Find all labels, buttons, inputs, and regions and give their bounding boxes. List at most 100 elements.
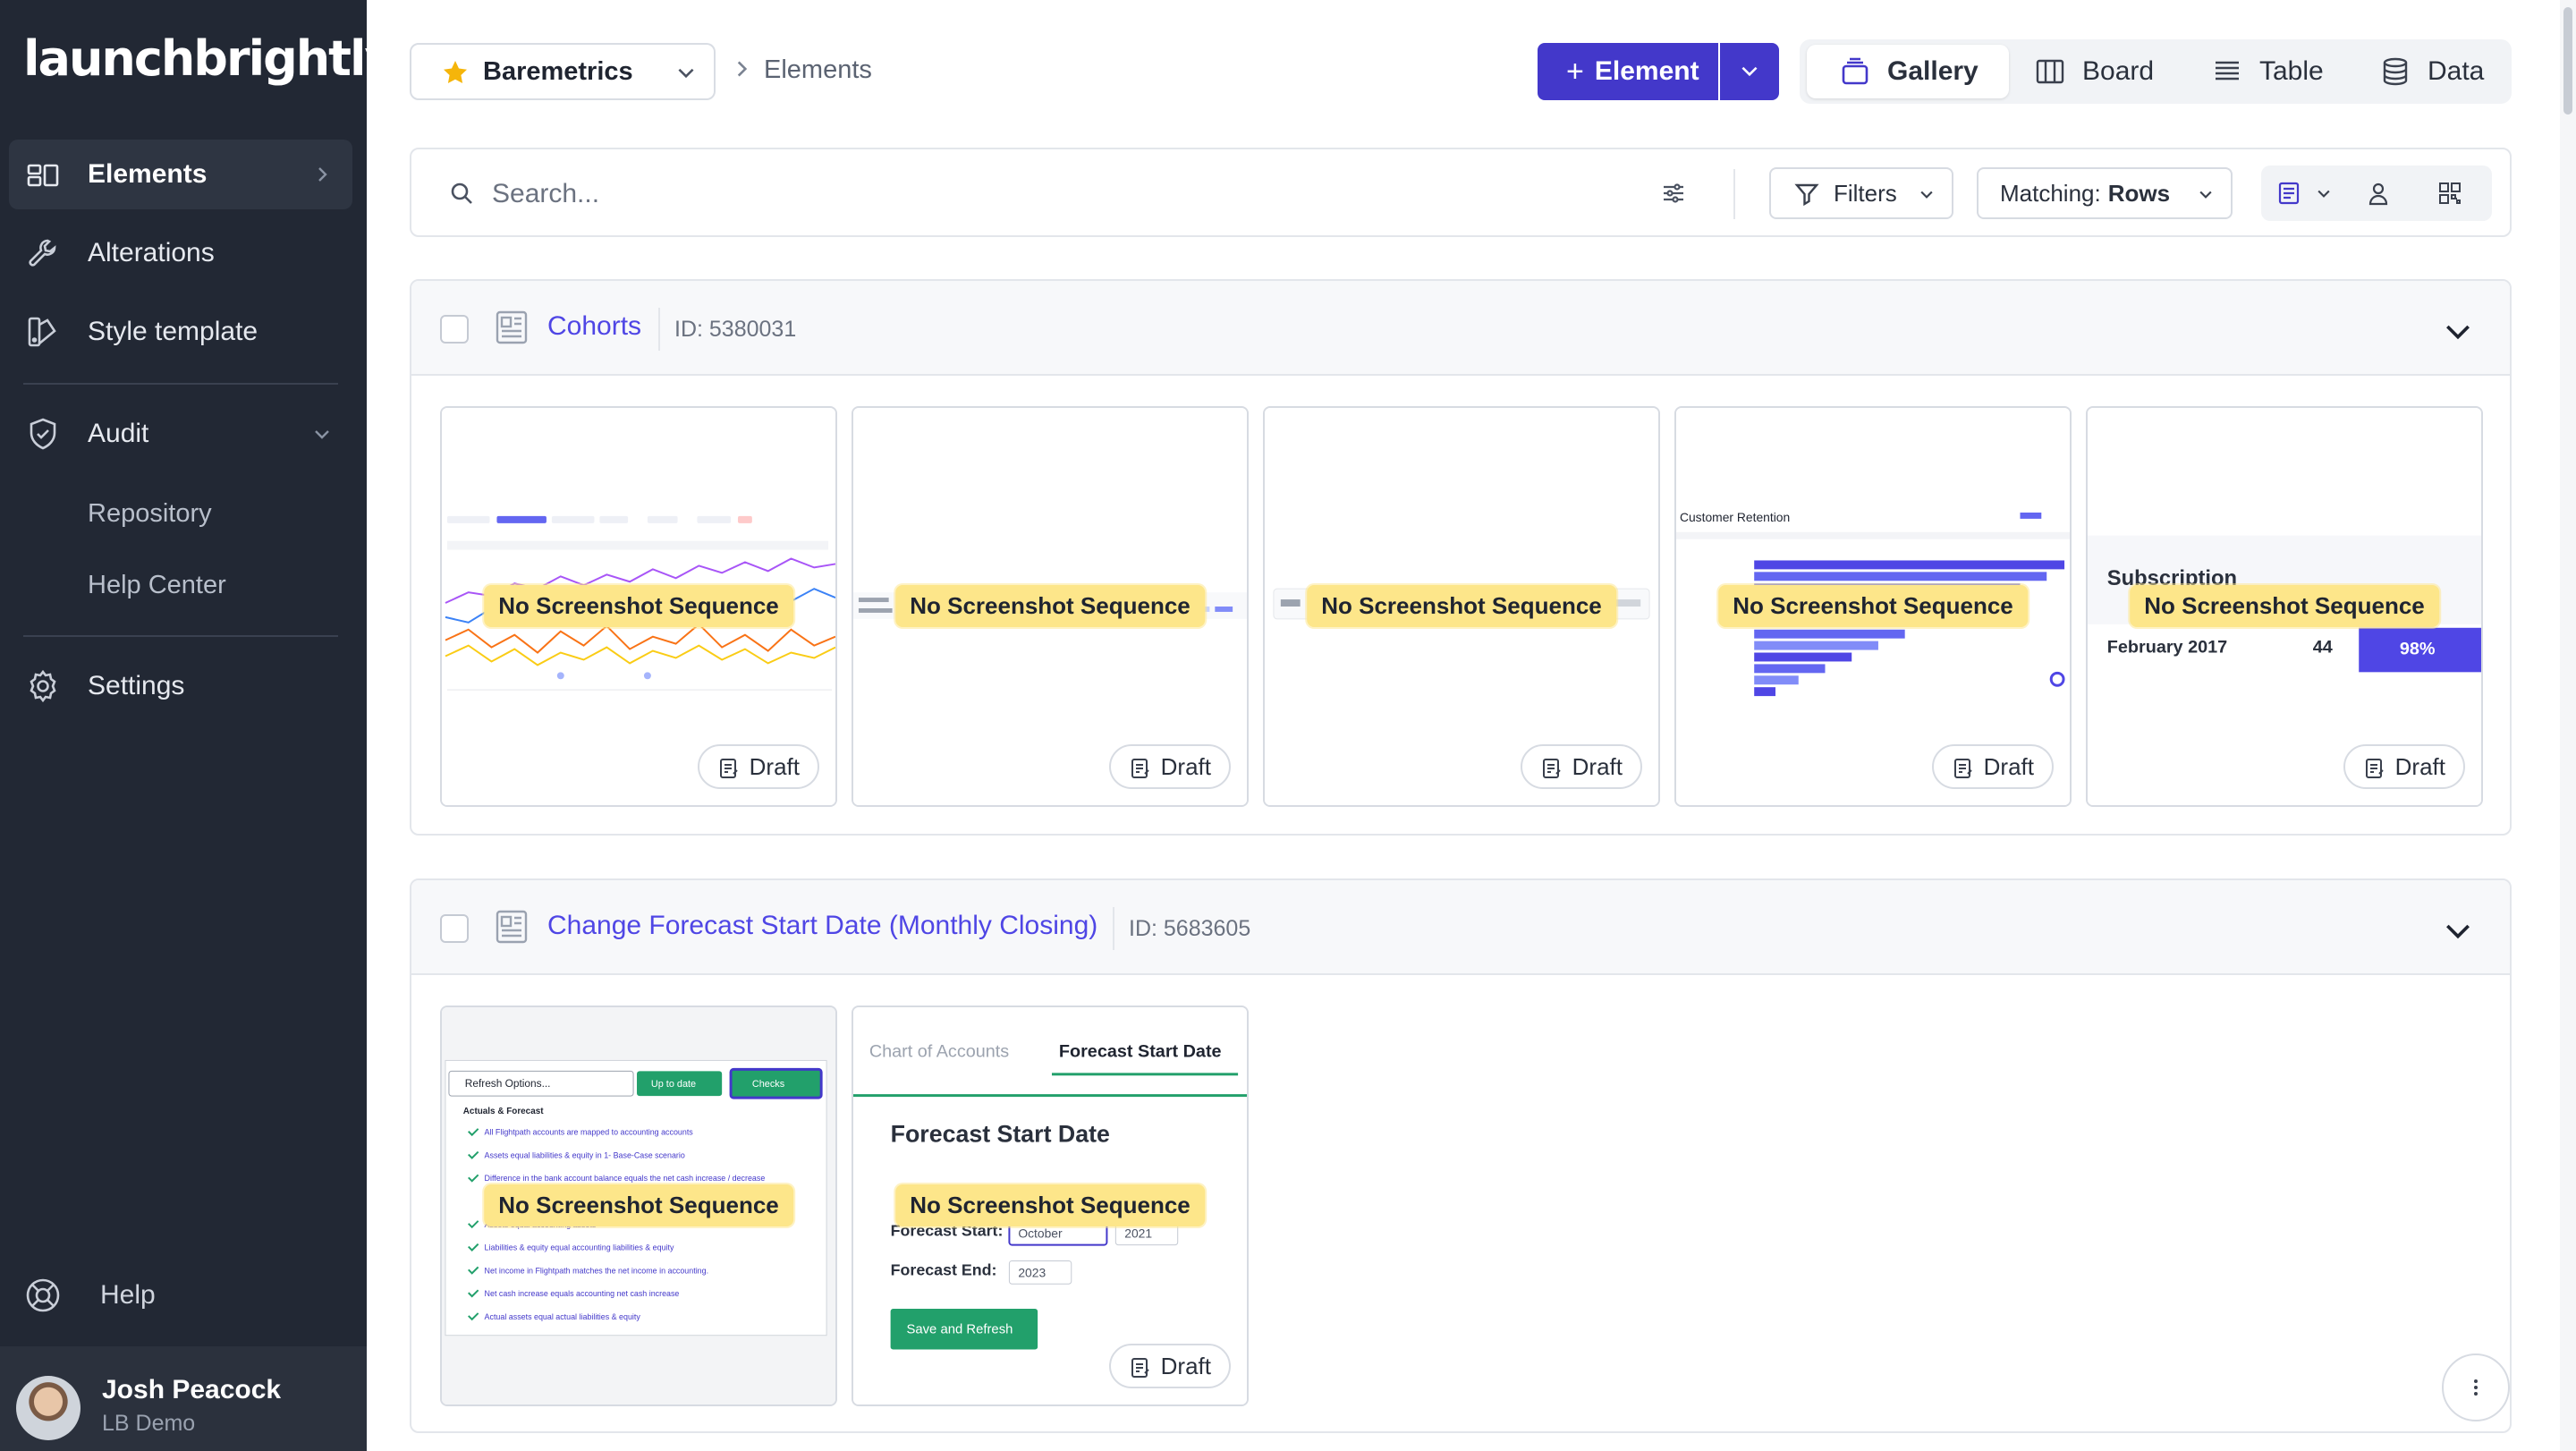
- person-icon[interactable]: [2365, 180, 2392, 207]
- chevron-down-icon: [1741, 66, 1758, 77]
- chevron-down-icon: [678, 68, 694, 79]
- sidebar-item-audit[interactable]: Audit: [9, 399, 352, 469]
- more-options-button[interactable]: [2442, 1353, 2510, 1421]
- brand-logo[interactable]: launchbrightly: [23, 30, 396, 87]
- sidebar-item-style-template[interactable]: Style template: [9, 297, 352, 367]
- chevron-down-icon: [1920, 191, 1933, 199]
- checks-text: Checks: [752, 1079, 785, 1090]
- element-card[interactable]: No Screenshot Sequence Draft: [440, 406, 837, 807]
- help-link[interactable]: Help: [23, 1274, 156, 1317]
- display-options: [2261, 165, 2492, 221]
- draft-icon: [1542, 759, 1561, 778]
- document-icon: [496, 910, 528, 944]
- elements-icon: [27, 164, 59, 187]
- element-card[interactable]: No Screenshot Sequence Draft: [1263, 406, 1660, 807]
- no-screenshot-badge: No Screenshot Sequence: [484, 1184, 793, 1226]
- draft-icon: [1953, 759, 1972, 778]
- forecast-end-year: 2023: [1018, 1265, 1046, 1279]
- group-checkbox[interactable]: [440, 914, 469, 943]
- add-element-dropdown-button[interactable]: [1720, 43, 1779, 100]
- scrollbar-thumb[interactable]: [2563, 7, 2572, 115]
- chevron-right-icon: [737, 61, 748, 77]
- card-view-icon[interactable]: [2275, 180, 2302, 207]
- element-card[interactable]: Chart of Accounts Forecast Start Date Fo…: [852, 1006, 1249, 1406]
- check-line: Assets equal liabilities & equity in 1- …: [485, 1150, 685, 1159]
- forecast-end-label: Forecast End:: [891, 1260, 997, 1278]
- sidebar-item-label: Alterations: [88, 238, 215, 267]
- gallery-icon: [1842, 57, 1868, 85]
- chevron-down-icon[interactable]: [2315, 184, 2333, 202]
- star-icon: [444, 61, 467, 83]
- sidebar-item-label: Elements: [88, 159, 208, 189]
- lifebuoy-icon: [26, 1278, 60, 1312]
- refresh-dropdown-text: Refresh Options...: [465, 1077, 551, 1090]
- toolbar-divider: [1733, 169, 1735, 219]
- check-line: Liabilities & equity equal accounting li…: [485, 1243, 674, 1252]
- user-profile[interactable]: Josh Peacock LB Demo: [0, 1346, 367, 1451]
- sidebar-item-label: Style template: [88, 317, 258, 346]
- draft-icon: [2365, 759, 2384, 778]
- chevron-down-icon: [315, 430, 329, 439]
- filter-icon: [1794, 183, 1819, 207]
- check-line: All Flightpath accounts are mapped to ac…: [485, 1128, 694, 1137]
- user-name: Josh Peacock: [102, 1375, 282, 1404]
- matching-dropdown[interactable]: Matching: Rows: [1977, 167, 2233, 219]
- draft-icon: [1131, 1358, 1149, 1378]
- tab-forecast-start: Forecast Start Date: [1059, 1041, 1222, 1061]
- workspace-dropdown-button[interactable]: [657, 43, 716, 100]
- chevron-down-icon[interactable]: [2440, 313, 2476, 349]
- status-label: Draft: [1572, 752, 1623, 780]
- sidebar-subitem-repository[interactable]: Repository: [88, 499, 212, 529]
- retention-title: Customer Retention: [1680, 510, 1790, 524]
- group-id: ID: 5683605: [1129, 916, 1251, 941]
- status-badge[interactable]: Draft: [1931, 744, 2054, 789]
- save-refresh-text: Save and Refresh: [906, 1323, 1013, 1337]
- group-title-divider: [1113, 907, 1114, 950]
- workspace-name: Baremetrics: [483, 56, 633, 86]
- check-line: Actual assets equal actual liabilities &…: [485, 1312, 641, 1321]
- chevron-down-icon[interactable]: [2440, 912, 2476, 948]
- sidebar-item-label: Audit: [88, 419, 149, 448]
- element-group: Cohorts ID: 5380031 No Screenshot Sequen…: [410, 279, 2512, 836]
- status-badge[interactable]: Draft: [1108, 744, 1231, 789]
- subscription-month: February 2017: [2107, 638, 2227, 658]
- sidebar-item-alterations[interactable]: Alterations: [9, 218, 352, 288]
- sidebar-subitem-help-center[interactable]: Help Center: [88, 571, 226, 600]
- status-badge[interactable]: Draft: [1520, 744, 1642, 789]
- tab-gallery[interactable]: Gallery: [1807, 45, 2009, 98]
- scrollbar[interactable]: [2560, 0, 2576, 1451]
- element-card[interactable]: Subscription February 2017 44 98% No Scr…: [2086, 406, 2483, 807]
- sliders-icon[interactable]: [1660, 180, 1687, 207]
- tab-label: Gallery: [1887, 56, 1979, 86]
- group-checkbox[interactable]: [440, 315, 469, 344]
- user-org: LB Demo: [102, 1411, 196, 1436]
- group-title[interactable]: Change Forecast Start Date (Monthly Clos…: [547, 911, 1097, 941]
- element-card[interactable]: No Screenshot Sequence Draft: [852, 406, 1249, 807]
- subscription-count: 44: [2313, 638, 2333, 658]
- status-badge[interactable]: Draft: [697, 744, 819, 789]
- subscription-pct: 98%: [2400, 640, 2436, 659]
- element-card[interactable]: Customer Retention No Screenshot Sequenc…: [1674, 406, 2072, 807]
- add-element-button[interactable]: + Element: [1538, 43, 1718, 100]
- workspace-selector[interactable]: Baremetrics: [410, 43, 658, 100]
- filters-button[interactable]: Filters: [1769, 167, 1953, 219]
- sidebar-item-settings[interactable]: Settings: [9, 651, 352, 721]
- tab-table[interactable]: Table: [2199, 45, 2351, 98]
- group-header: Cohorts ID: 5380031: [411, 281, 2510, 376]
- check-line: Difference in the bank account balance e…: [485, 1174, 766, 1183]
- tab-data[interactable]: Data: [2370, 45, 2504, 98]
- status-label: Draft: [1160, 752, 1211, 780]
- status-badge[interactable]: Draft: [2343, 744, 2465, 789]
- no-screenshot-badge: No Screenshot Sequence: [895, 585, 1205, 627]
- tab-board[interactable]: Board: [2021, 45, 2191, 98]
- qr-code-icon[interactable]: [2436, 180, 2463, 207]
- element-card[interactable]: Refresh Options... Up to date Checks Act…: [440, 1006, 837, 1406]
- status-label: Draft: [2394, 752, 2445, 780]
- sidebar-item-label: Settings: [88, 671, 185, 700]
- sidebar-divider: [23, 635, 338, 637]
- breadcrumb[interactable]: Elements: [764, 55, 872, 85]
- search-toolbar: Filters Matching: Rows: [410, 148, 2512, 237]
- group-title[interactable]: Cohorts: [547, 311, 641, 342]
- sidebar-item-elements[interactable]: Elements: [9, 140, 352, 209]
- status-badge[interactable]: Draft: [1108, 1344, 1231, 1388]
